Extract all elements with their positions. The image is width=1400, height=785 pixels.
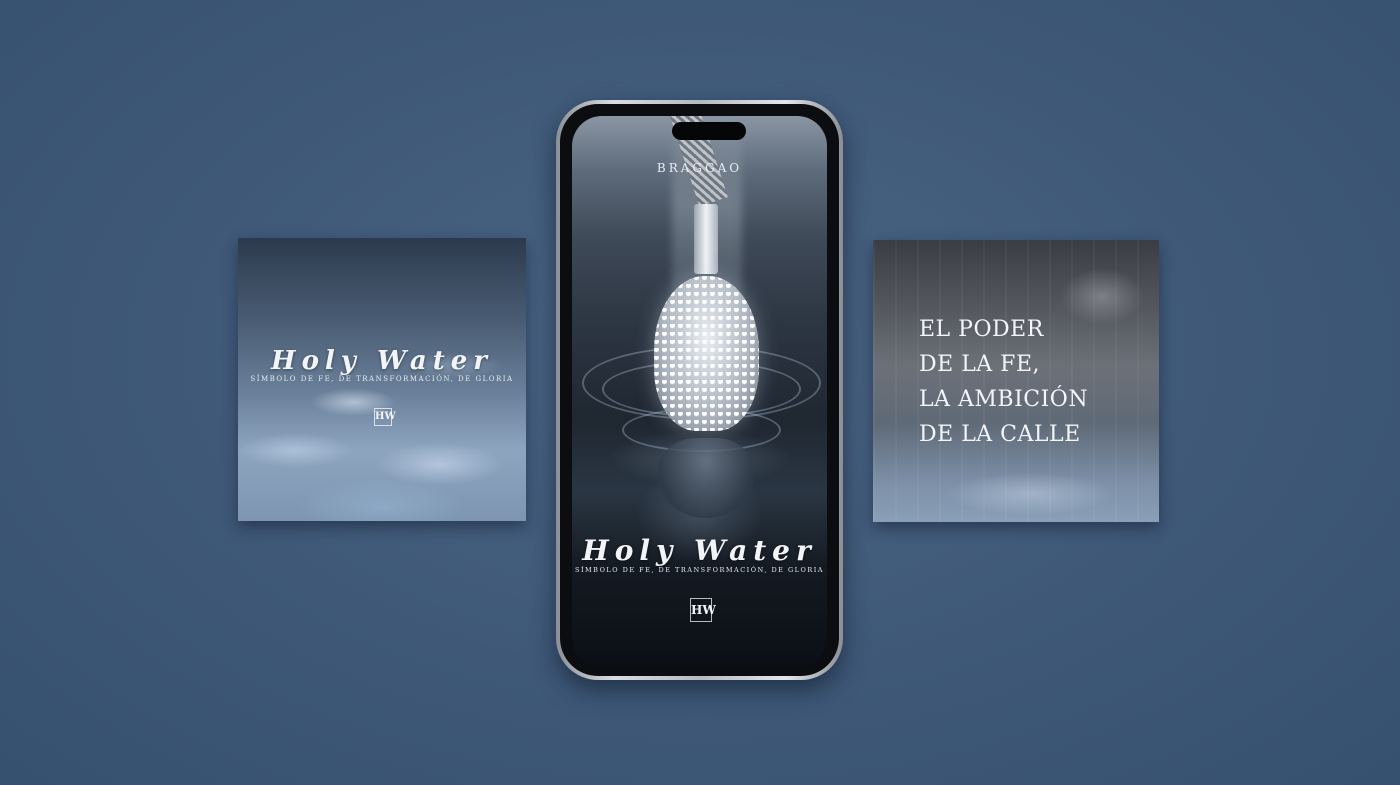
pendant-reflection bbox=[658, 438, 754, 518]
phone-screen: BRAGGAO Holy Water Símbolo de fe, de tra… bbox=[572, 116, 827, 668]
right-card-line: LA AMBICIÓN bbox=[919, 387, 1089, 412]
left-card-tagline: Símbolo de fe, de transformación, de glo… bbox=[250, 375, 514, 383]
left-card-title: Holy Water bbox=[271, 346, 493, 376]
phone-mockup: BRAGGAO Holy Water Símbolo de fe, de tra… bbox=[556, 100, 843, 680]
right-card-text: EL PODER DE LA FE, LA AMBICIÓN DE LA CAL… bbox=[919, 312, 1088, 452]
pendant-bail bbox=[694, 204, 718, 274]
phone-title: Holy Water bbox=[582, 534, 817, 567]
phone-logo: HW bbox=[690, 598, 716, 622]
brand-name: BRAGGAO bbox=[656, 161, 743, 175]
right-card-line: DE LA FE, bbox=[919, 352, 1040, 377]
phone-tagline: Símbolo de fe, de transformación, de glo… bbox=[575, 566, 824, 574]
right-card: EL PODER DE LA FE, LA AMBICIÓN DE LA CAL… bbox=[873, 240, 1159, 522]
right-card-line: DE LA CALLE bbox=[919, 422, 1081, 447]
phone-notch bbox=[672, 122, 746, 140]
phone-bezel: BRAGGAO Holy Water Símbolo de fe, de tra… bbox=[560, 104, 839, 676]
left-card: Holy Water Símbolo de fe, de transformac… bbox=[238, 238, 526, 521]
pendant-image bbox=[654, 276, 759, 431]
left-card-logo: HW bbox=[374, 408, 396, 426]
right-card-line: EL PODER bbox=[919, 317, 1044, 342]
